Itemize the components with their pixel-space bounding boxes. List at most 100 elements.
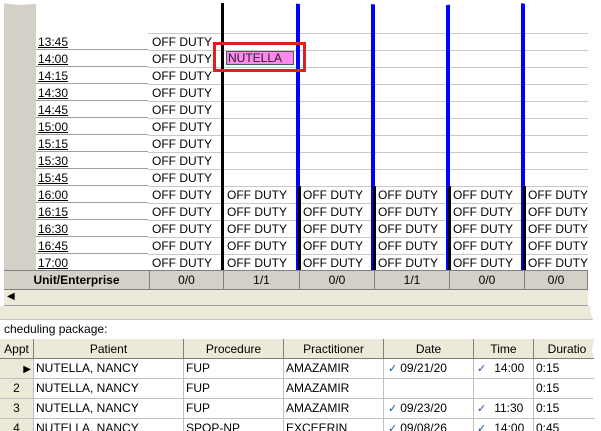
practitioner-cell[interactable]: EXCEERIN xyxy=(284,419,384,431)
date-cell[interactable] xyxy=(384,379,474,399)
column-header[interactable]: Patient xyxy=(34,339,184,359)
procedure-cell[interactable]: FUP xyxy=(184,359,284,379)
off-duty-cell[interactable]: OFF DUTY xyxy=(152,188,212,202)
time-label: 16:15 xyxy=(38,205,69,219)
patient-cell[interactable]: NUTELLA, NANCY xyxy=(34,379,184,399)
time-cell[interactable] xyxy=(474,379,534,399)
time-label: 15:45 xyxy=(38,171,69,185)
off-duty-cell[interactable]: OFF DUTY xyxy=(152,120,212,134)
row-number: 3 xyxy=(13,401,20,415)
horizontal-scrollbar[interactable]: ◀ xyxy=(4,290,588,306)
off-duty-cell[interactable]: OFF DUTY xyxy=(152,171,212,185)
panel-splitter[interactable] xyxy=(0,306,601,320)
off-duty-cell[interactable]: OFF DUTY xyxy=(453,256,513,270)
date-value: 09/21/20 xyxy=(400,361,447,375)
patient-cell[interactable]: NUTELLA, NANCY xyxy=(34,359,184,379)
off-duty-cell[interactable]: OFF DUTY xyxy=(152,137,212,151)
off-duty-cell[interactable]: OFF DUTY xyxy=(453,239,513,253)
off-duty-cell[interactable]: OFF DUTY xyxy=(528,188,588,202)
row-number-cell[interactable]: 4 xyxy=(0,419,34,431)
off-duty-cell[interactable]: OFF DUTY xyxy=(227,222,287,236)
unit-value-cell: 1/1 xyxy=(224,271,300,289)
procedure-cell[interactable]: SPOP-NP xyxy=(184,419,284,431)
off-duty-cell[interactable]: OFF DUTY xyxy=(152,103,212,117)
procedure-cell[interactable]: FUP xyxy=(184,399,284,419)
column-header[interactable]: Practitioner xyxy=(284,339,384,359)
off-duty-cell[interactable]: OFF DUTY xyxy=(303,256,363,270)
date-cell[interactable]: ✓ 09/23/20 xyxy=(384,399,474,419)
row-number-cell[interactable]: 3 xyxy=(0,399,34,419)
date-cell[interactable]: ✓ 09/21/20 xyxy=(384,359,474,379)
off-duty-cell[interactable]: OFF DUTY xyxy=(152,86,212,100)
torn-edge-top xyxy=(0,0,601,6)
time-slot: 17:00 xyxy=(36,255,148,271)
time-slot: 16:30 xyxy=(36,221,148,237)
column-header[interactable]: Date xyxy=(384,339,474,359)
off-duty-cell[interactable]: OFF DUTY xyxy=(378,188,438,202)
off-duty-cell[interactable]: OFF DUTY xyxy=(453,205,513,219)
unit-value-cell: 0/0 xyxy=(150,271,224,289)
time-cell[interactable]: ✓ 11:30 xyxy=(474,399,534,419)
procedure-cell[interactable]: FUP xyxy=(184,379,284,399)
unit-value-cell: 0/0 xyxy=(525,271,588,289)
time-cell[interactable]: ✓ 14:00 xyxy=(474,359,534,379)
scroll-left-icon[interactable]: ◀ xyxy=(7,291,15,302)
time-label: 17:00 xyxy=(38,256,69,270)
off-duty-cell[interactable]: OFF DUTY xyxy=(378,256,438,270)
time-label: 16:45 xyxy=(38,239,69,253)
column-divider-black xyxy=(373,186,376,270)
time-label: 15:00 xyxy=(38,120,69,134)
patient-cell[interactable]: NUTELLA, NANCY xyxy=(34,419,184,431)
off-duty-cell[interactable]: OFF DUTY xyxy=(152,256,212,270)
row-number-cell[interactable]: ▶ xyxy=(0,359,34,379)
off-duty-cell[interactable]: OFF DUTY xyxy=(227,239,287,253)
torn-edge-right xyxy=(590,0,601,431)
off-duty-cell[interactable]: OFF DUTY xyxy=(152,35,212,49)
column-header[interactable]: Appt xyxy=(0,339,34,359)
time-label: 16:00 xyxy=(38,188,69,202)
off-duty-cell[interactable]: OFF DUTY xyxy=(303,188,363,202)
time-label: 15:15 xyxy=(38,137,69,151)
time-slot: 16:15 xyxy=(36,204,148,220)
patient-cell[interactable]: NUTELLA, NANCY xyxy=(34,399,184,419)
column-divider-black xyxy=(298,186,301,270)
time-slot: 14:00 xyxy=(36,51,148,67)
checkmark-icon: ✓ xyxy=(477,403,487,415)
off-duty-cell[interactable]: OFF DUTY xyxy=(152,69,212,83)
practitioner-cell[interactable]: AMAZAMIR xyxy=(284,379,384,399)
off-duty-cell[interactable]: OFF DUTY xyxy=(152,239,212,253)
practitioner-cell[interactable]: AMAZAMIR xyxy=(284,399,384,419)
time-slot: 15:45 xyxy=(36,170,148,186)
off-duty-cell[interactable]: OFF DUTY xyxy=(227,205,287,219)
off-duty-cell[interactable]: OFF DUTY xyxy=(152,222,212,236)
off-duty-cell[interactable]: OFF DUTY xyxy=(378,222,438,236)
off-duty-cell[interactable]: OFF DUTY xyxy=(528,222,588,236)
off-duty-cell[interactable]: OFF DUTY xyxy=(378,205,438,219)
column-header[interactable]: Procedure xyxy=(184,339,284,359)
time-slot: 14:15 xyxy=(36,68,148,84)
off-duty-cell[interactable]: OFF DUTY xyxy=(152,52,212,66)
practitioner-cell[interactable]: AMAZAMIR xyxy=(284,359,384,379)
off-duty-cell[interactable]: OFF DUTY xyxy=(152,205,212,219)
off-duty-cell[interactable]: OFF DUTY xyxy=(453,188,513,202)
off-duty-cell[interactable]: OFF DUTY xyxy=(227,188,287,202)
checkmark-icon: ✓ xyxy=(477,423,487,431)
off-duty-cell[interactable]: OFF DUTY xyxy=(303,239,363,253)
off-duty-cell[interactable]: OFF DUTY xyxy=(152,154,212,168)
row-number-cell[interactable]: 2 xyxy=(0,379,34,399)
column-divider-black xyxy=(523,186,526,270)
off-duty-cell[interactable]: OFF DUTY xyxy=(378,239,438,253)
time-value: 14:00 xyxy=(494,361,525,375)
off-duty-cell[interactable]: OFF DUTY xyxy=(528,239,588,253)
column-divider-black xyxy=(448,186,451,270)
off-duty-cell[interactable]: OFF DUTY xyxy=(528,256,588,270)
off-duty-cell[interactable]: OFF DUTY xyxy=(528,205,588,219)
date-cell[interactable]: ✓ 09/08/26 xyxy=(384,419,474,431)
off-duty-cell[interactable]: OFF DUTY xyxy=(453,222,513,236)
time-cell[interactable]: ✓ 14:00 xyxy=(474,419,534,431)
column-header[interactable]: Time xyxy=(474,339,534,359)
off-duty-cell[interactable]: OFF DUTY xyxy=(303,222,363,236)
checkmark-icon: ✓ xyxy=(388,363,398,375)
off-duty-cell[interactable]: OFF DUTY xyxy=(303,205,363,219)
off-duty-cell[interactable]: OFF DUTY xyxy=(227,256,287,270)
